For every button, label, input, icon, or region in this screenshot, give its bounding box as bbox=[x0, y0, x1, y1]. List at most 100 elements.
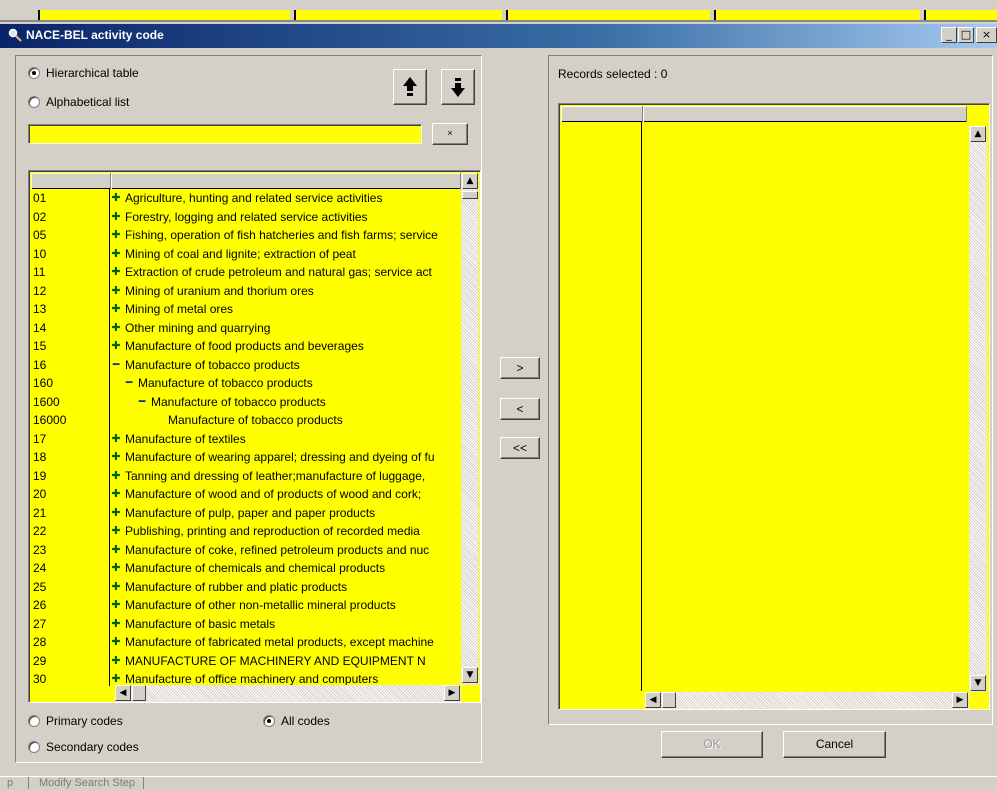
remove-all-button[interactable]: << bbox=[500, 437, 540, 459]
row-description-text: Manufacture of coke, refined petroleum p… bbox=[125, 542, 430, 557]
expand-icon[interactable]: ✚ bbox=[111, 633, 121, 651]
expand-icon[interactable]: ✚ bbox=[111, 541, 121, 559]
scroll-down-icon[interactable]: ▼ bbox=[462, 667, 478, 683]
minimize-button[interactable]: _ bbox=[941, 27, 957, 43]
row-description-text: Manufacture of wearing apparel; dressing… bbox=[125, 450, 435, 464]
ok-button[interactable]: OK bbox=[661, 731, 763, 758]
row-description-text: Manufacture of tobacco products bbox=[138, 376, 313, 390]
window-title: NACE-BEL activity code bbox=[26, 28, 164, 42]
expand-icon[interactable]: ✚ bbox=[111, 226, 121, 244]
expand-icon[interactable]: ✚ bbox=[111, 337, 121, 355]
horizontal-scrollbar[interactable]: ◀ ▶ bbox=[645, 692, 969, 709]
row-code: 14 bbox=[33, 320, 47, 335]
row-description: ✚ Manufacture of food products and bevera… bbox=[111, 337, 461, 355]
scroll-right-icon[interactable]: ▶ bbox=[952, 692, 968, 708]
cancel-button[interactable]: Cancel bbox=[783, 731, 886, 758]
expand-icon[interactable]: ✚ bbox=[111, 208, 121, 226]
expand-icon[interactable]: ✚ bbox=[111, 578, 121, 596]
search-input[interactable] bbox=[28, 124, 422, 144]
expand-icon[interactable]: ✚ bbox=[111, 448, 121, 466]
records-selected-label: Records selected : 0 bbox=[558, 67, 668, 81]
radio-label: Secondary codes bbox=[46, 740, 139, 754]
tab-modify-search-step[interactable]: Modify Search Step bbox=[28, 777, 144, 789]
scroll-left-icon[interactable]: ◀ bbox=[645, 692, 661, 708]
row-description-text: Manufacture of rubber and platic product… bbox=[125, 579, 348, 594]
row-description: ✚ Manufacture of pulp, paper and paper pr… bbox=[111, 504, 461, 522]
expand-icon[interactable]: ✚ bbox=[111, 300, 121, 318]
scroll-up-icon[interactable]: ▲ bbox=[462, 173, 478, 189]
collapse-icon[interactable]: ━ bbox=[111, 356, 121, 374]
horizontal-scrollbar[interactable]: ◀ ▶ bbox=[115, 685, 461, 702]
expand-icon[interactable]: ✚ bbox=[111, 596, 121, 614]
radio-secondary-codes[interactable]: Secondary codes bbox=[28, 740, 139, 754]
status-bar: p Modify Search Step bbox=[0, 776, 997, 791]
collapse-icon[interactable]: ━ bbox=[137, 393, 147, 411]
row-description-text: Manufacture of tobacco products bbox=[151, 394, 326, 409]
radio-all-codes[interactable]: All codes bbox=[263, 714, 330, 728]
expand-icon[interactable]: ✚ bbox=[111, 504, 121, 522]
title-bar[interactable]: NACE-BEL activity code _ □ × bbox=[0, 24, 997, 48]
row-code: 26 bbox=[33, 598, 47, 612]
column-divider bbox=[641, 122, 642, 691]
row-description: ━ Manufacture of tobacco products bbox=[111, 374, 461, 392]
scroll-right-icon[interactable]: ▶ bbox=[444, 685, 460, 701]
row-code: 17 bbox=[33, 431, 47, 446]
radio-dot bbox=[28, 67, 40, 79]
scroll-thumb[interactable] bbox=[662, 692, 676, 708]
expand-icon[interactable]: ✚ bbox=[111, 652, 121, 670]
row-description-text: Manufacture of tobacco products bbox=[125, 357, 300, 372]
expand-icon[interactable]: ✚ bbox=[111, 319, 121, 337]
expand-icon[interactable]: ✚ bbox=[111, 559, 121, 577]
row-description: ✚ Extraction of crude petroleum and natur… bbox=[111, 263, 461, 281]
row-description: ✚ Tanning and dressing of leather;manufac… bbox=[111, 467, 461, 485]
expand-icon[interactable]: ✚ bbox=[111, 263, 121, 281]
row-description: ✚ Publishing, printing and reproduction o… bbox=[111, 522, 461, 540]
remove-button[interactable]: < bbox=[500, 398, 540, 420]
row-description: ✚ Manufacture of basic metals bbox=[111, 615, 461, 633]
scroll-thumb[interactable] bbox=[462, 191, 478, 199]
row-description-text: Manufacture of textiles bbox=[125, 431, 246, 446]
search-icon bbox=[8, 28, 22, 42]
scroll-down-icon[interactable]: ▼ bbox=[970, 675, 986, 691]
expand-icon[interactable]: ✚ bbox=[111, 522, 121, 540]
scroll-thumb[interactable] bbox=[132, 685, 146, 701]
row-description: ✚ Manufacture of textiles bbox=[111, 430, 461, 448]
row-description-text: Mining of coal and lignite; extraction o… bbox=[125, 246, 356, 261]
collapse-icon[interactable]: ━ bbox=[124, 374, 134, 392]
row-code: 28 bbox=[33, 635, 47, 649]
row-description: ✚ Mining of metal ores bbox=[111, 300, 461, 318]
expand-icon[interactable]: ✚ bbox=[111, 485, 121, 503]
row-description-text: Fishing, operation of fish hatcheries an… bbox=[125, 228, 438, 242]
expand-icon[interactable]: ✚ bbox=[111, 615, 121, 633]
radio-hierarchical-table[interactable]: Hierarchical table bbox=[28, 66, 139, 80]
row-description-text: Manufacture of tobacco products bbox=[168, 413, 343, 427]
move-down-button[interactable] bbox=[441, 69, 475, 105]
radio-alphabetical-list[interactable]: Alphabetical list bbox=[28, 95, 129, 109]
vertical-scrollbar[interactable]: ▲ ▼ bbox=[461, 173, 479, 685]
selected-records-grid[interactable]: ▲ ▼ ◀ ▶ bbox=[558, 103, 990, 710]
radio-dot bbox=[28, 741, 40, 753]
row-code: 25 bbox=[33, 579, 47, 594]
expand-icon[interactable]: ✚ bbox=[111, 467, 121, 485]
clear-search-button[interactable]: × bbox=[432, 123, 468, 145]
close-button[interactable]: × bbox=[976, 27, 997, 43]
radio-primary-codes[interactable]: Primary codes bbox=[28, 714, 123, 728]
add-button[interactable]: > bbox=[500, 357, 540, 379]
expand-icon[interactable]: ✚ bbox=[111, 282, 121, 300]
activity-code-grid[interactable]: 01 ✚ Agriculture, hunting and related serv… bbox=[28, 170, 481, 703]
row-description: ✚ Manufacture of coke, refined petroleum … bbox=[111, 541, 461, 559]
row-description: ✚ Mining of uranium and thorium ores bbox=[111, 282, 461, 300]
row-description: ✚ Manufacture of chemicals and chemical p… bbox=[111, 559, 461, 577]
column-divider bbox=[109, 189, 110, 686]
move-up-button[interactable] bbox=[393, 69, 427, 105]
radio-dot bbox=[28, 715, 40, 727]
expand-icon[interactable]: ✚ bbox=[111, 245, 121, 263]
scroll-up-icon[interactable]: ▲ bbox=[970, 126, 986, 142]
scroll-left-icon[interactable]: ◀ bbox=[115, 685, 131, 701]
up-arrow-icon bbox=[403, 77, 417, 96]
row-description-text: Mining of metal ores bbox=[125, 302, 234, 316]
vertical-scrollbar[interactable]: ▲ ▼ bbox=[969, 126, 987, 692]
expand-icon[interactable]: ✚ bbox=[111, 189, 121, 207]
expand-icon[interactable]: ✚ bbox=[111, 430, 121, 448]
maximize-button[interactable]: □ bbox=[958, 27, 974, 43]
